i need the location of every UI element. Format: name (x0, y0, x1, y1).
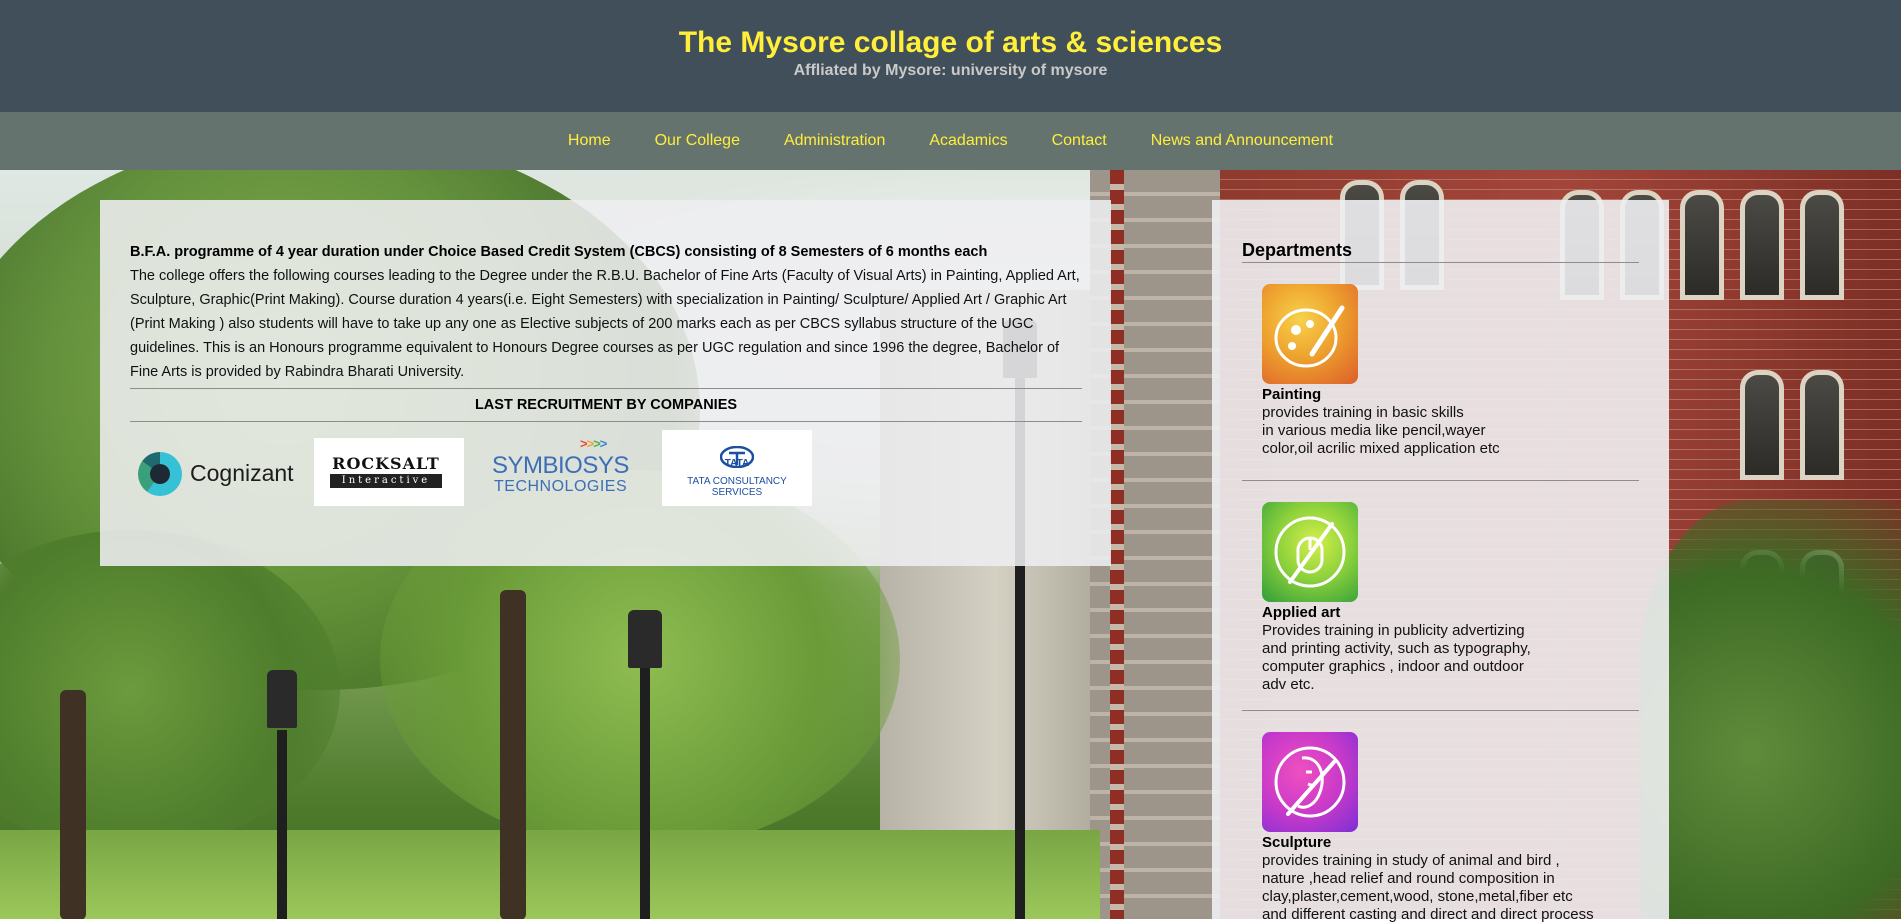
lawn (0, 830, 1100, 919)
rocksalt-logo: ROCKSALT Interactive (314, 438, 464, 506)
programme-heading: B.F.A. programme of 4 year duration unde… (130, 244, 988, 260)
department-description: provides training in study of animal and… (1262, 852, 1594, 923)
window (1800, 370, 1844, 480)
department-name: Painting (1262, 386, 1322, 403)
ivy-bush (1640, 500, 1901, 919)
tcs-fullname: TATA CONSULTANCY SERVICES (687, 476, 787, 498)
main-nav: Home Our College Administration Acadamic… (0, 112, 1901, 170)
lamp-post (640, 640, 650, 919)
lamp-head (628, 610, 662, 668)
nav-news[interactable]: News and Announcement (1129, 132, 1355, 150)
site-title: The Mysore collage of arts & sciences (678, 26, 1223, 59)
palette-icon (1262, 284, 1358, 384)
divider (130, 421, 1082, 422)
cognizant-mark-icon (138, 452, 182, 496)
programme-info-content: B.F.A. programme of 4 year duration unde… (130, 240, 1082, 422)
window (1680, 190, 1724, 300)
recruitment-heading: LAST RECRUITMENT BY COMPANIES (474, 397, 738, 413)
site-header: The Mysore collage of arts & sciences Af… (0, 0, 1901, 112)
symbiosys-logo: >>>> SYMBIOSYS TECHNOLOGIES (492, 436, 632, 504)
mouse-brush-icon (1262, 502, 1358, 602)
lamp-head (267, 670, 297, 728)
programme-description: The college offers the following courses… (130, 268, 1080, 380)
lamp-post (277, 730, 287, 919)
symbiosys-tagline: TECHNOLOGIES (494, 478, 628, 495)
cognizant-logo: Cognizant (138, 450, 298, 498)
tree-trunk (60, 690, 86, 919)
rocksalt-tagline: Interactive (341, 475, 431, 486)
divider (1242, 480, 1639, 481)
cognizant-wordmark: Cognizant (190, 460, 294, 486)
departments-panel: Departments Painting provides training i… (1212, 200, 1669, 923)
site-subtitle: Affliated by Mysore: university of mysor… (793, 62, 1108, 79)
department-card-painting[interactable]: Painting provides training in basic skil… (1262, 284, 1622, 458)
symbiosys-wordmark: SYMBIOSYS (492, 452, 629, 479)
symbiosys-arrows-icon: >>>> (580, 436, 607, 451)
department-card-applied-art[interactable]: Applied art Provides training in publici… (1262, 502, 1622, 694)
sculpture-face-icon (1262, 732, 1358, 832)
nav-our-college[interactable]: Our College (633, 132, 762, 150)
departments-title: Departments (1242, 240, 1353, 260)
department-name: Sculpture (1262, 834, 1332, 851)
department-card-sculpture[interactable]: Sculpture provides training in study of … (1262, 732, 1622, 924)
tcs-logo: TATA TATA CONSULTANCY SERVICES (662, 430, 812, 506)
divider (1242, 710, 1639, 711)
divider (130, 388, 1082, 389)
nav-acadamics[interactable]: Acadamics (907, 132, 1029, 150)
department-description: Provides training in publicity advertizi… (1262, 622, 1531, 693)
department-name: Applied art (1262, 604, 1341, 621)
tata-wordmark: TATA (724, 458, 750, 469)
nav-home[interactable]: Home (546, 132, 633, 150)
window (1800, 190, 1844, 300)
rocksalt-wordmark: ROCKSALT (330, 454, 442, 474)
nav-contact[interactable]: Contact (1030, 132, 1129, 150)
window (1740, 190, 1784, 300)
tower-brick-trim (1110, 170, 1124, 919)
company-logos: Cognizant ROCKSALT Interactive >>>> SYMB… (130, 430, 830, 512)
rocksalt-box: ROCKSALT Interactive (330, 454, 442, 488)
department-description: provides training in basic skills in var… (1262, 404, 1500, 457)
nav-administration[interactable]: Administration (762, 132, 907, 150)
programme-info-panel: B.F.A. programme of 4 year duration unde… (100, 200, 1111, 566)
tree-trunk (500, 590, 526, 919)
divider (1242, 262, 1639, 263)
window (1740, 370, 1784, 480)
